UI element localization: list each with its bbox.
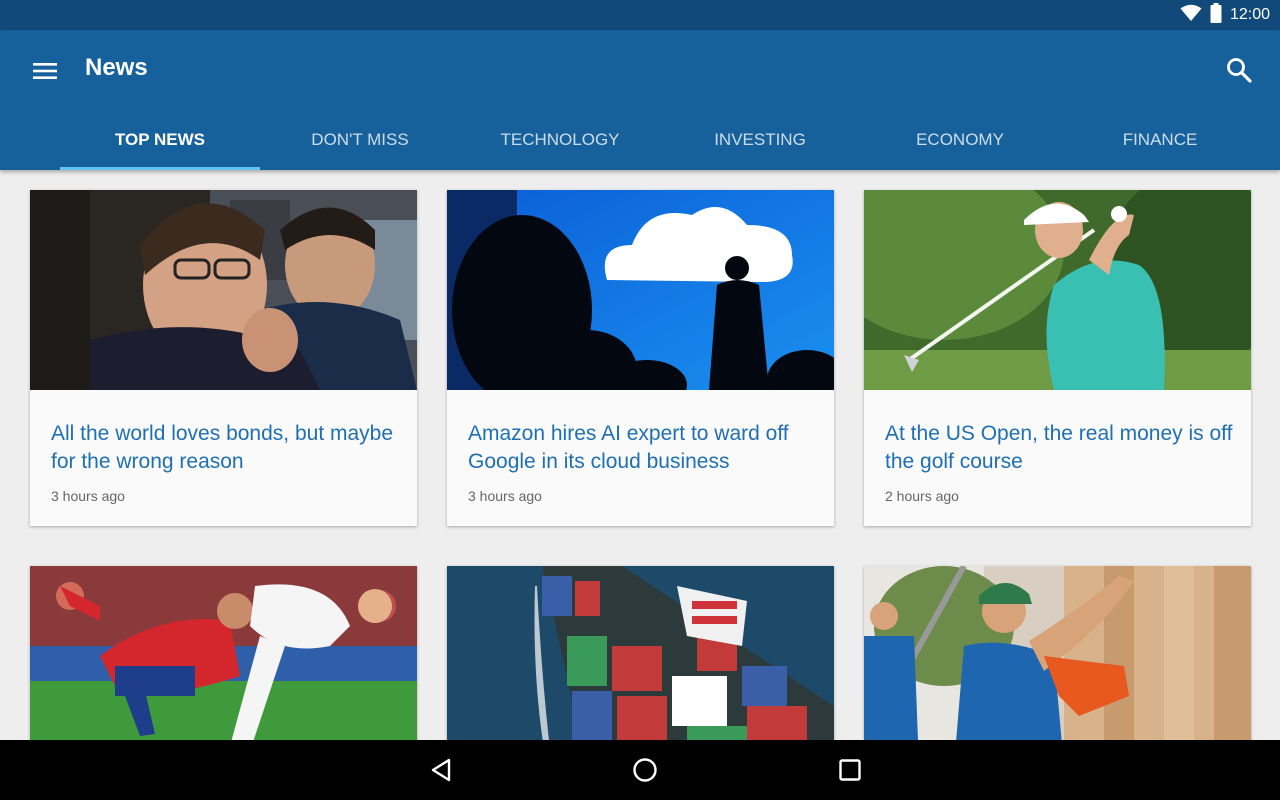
news-card[interactable]: At the US Open, the real money is off th… — [864, 190, 1251, 526]
news-card[interactable] — [864, 566, 1251, 740]
system-nav-bar — [0, 740, 1280, 800]
tab-economy[interactable]: ECONOMY — [860, 110, 1060, 170]
news-card-image-worker — [864, 566, 1251, 740]
news-card-image-golfer — [864, 190, 1251, 390]
back-icon[interactable] — [428, 756, 456, 784]
tab-technology[interactable]: TECHNOLOGY — [460, 110, 660, 170]
news-card[interactable]: All the world loves bonds, but maybe for… — [30, 190, 417, 526]
tab-dont-miss[interactable]: DON'T MISS — [260, 110, 460, 170]
app-title: News — [85, 54, 148, 81]
app-bar: News TOP NEWS DON'T MISS TECHNOLOGY INVE… — [0, 30, 1280, 170]
news-card-headline: Amazon hires AI expert to ward off Googl… — [468, 422, 789, 473]
hamburger-menu-icon[interactable] — [33, 59, 57, 83]
recent-apps-icon[interactable] — [836, 756, 864, 784]
news-card[interactable] — [447, 566, 834, 740]
status-bar: 12:00 — [0, 0, 1280, 30]
wifi-icon — [1180, 4, 1202, 26]
news-card[interactable]: Amazon hires AI expert to ward off Googl… — [447, 190, 834, 526]
home-icon[interactable] — [631, 756, 659, 784]
tab-top-news[interactable]: TOP NEWS — [60, 110, 260, 170]
status-time: 12:00 — [1229, 6, 1270, 23]
battery-icon — [1210, 3, 1222, 27]
news-card-headline: All the world loves bonds, but maybe for… — [51, 422, 394, 473]
news-card-image-cloud — [447, 190, 834, 390]
status-icons: 12:00 — [1180, 0, 1270, 30]
news-grid: All the world loves bonds, but maybe for… — [0, 170, 1280, 740]
search-icon[interactable] — [1226, 57, 1252, 83]
news-card-timestamp: 3 hours ago — [51, 488, 125, 504]
news-card[interactable] — [30, 566, 417, 740]
news-card-headline: At the US Open, the real money is off th… — [885, 422, 1233, 473]
tab-investing[interactable]: INVESTING — [660, 110, 860, 170]
news-card-timestamp: 2 hours ago — [885, 488, 959, 504]
news-card-image-soccer — [30, 566, 417, 740]
category-tabs: TOP NEWS DON'T MISS TECHNOLOGY INVESTING… — [60, 110, 1260, 170]
news-card-image-ship — [447, 566, 834, 740]
news-card-timestamp: 3 hours ago — [468, 488, 542, 504]
news-card-image-traders — [30, 190, 417, 390]
tab-finance[interactable]: FINANCE — [1060, 110, 1260, 170]
